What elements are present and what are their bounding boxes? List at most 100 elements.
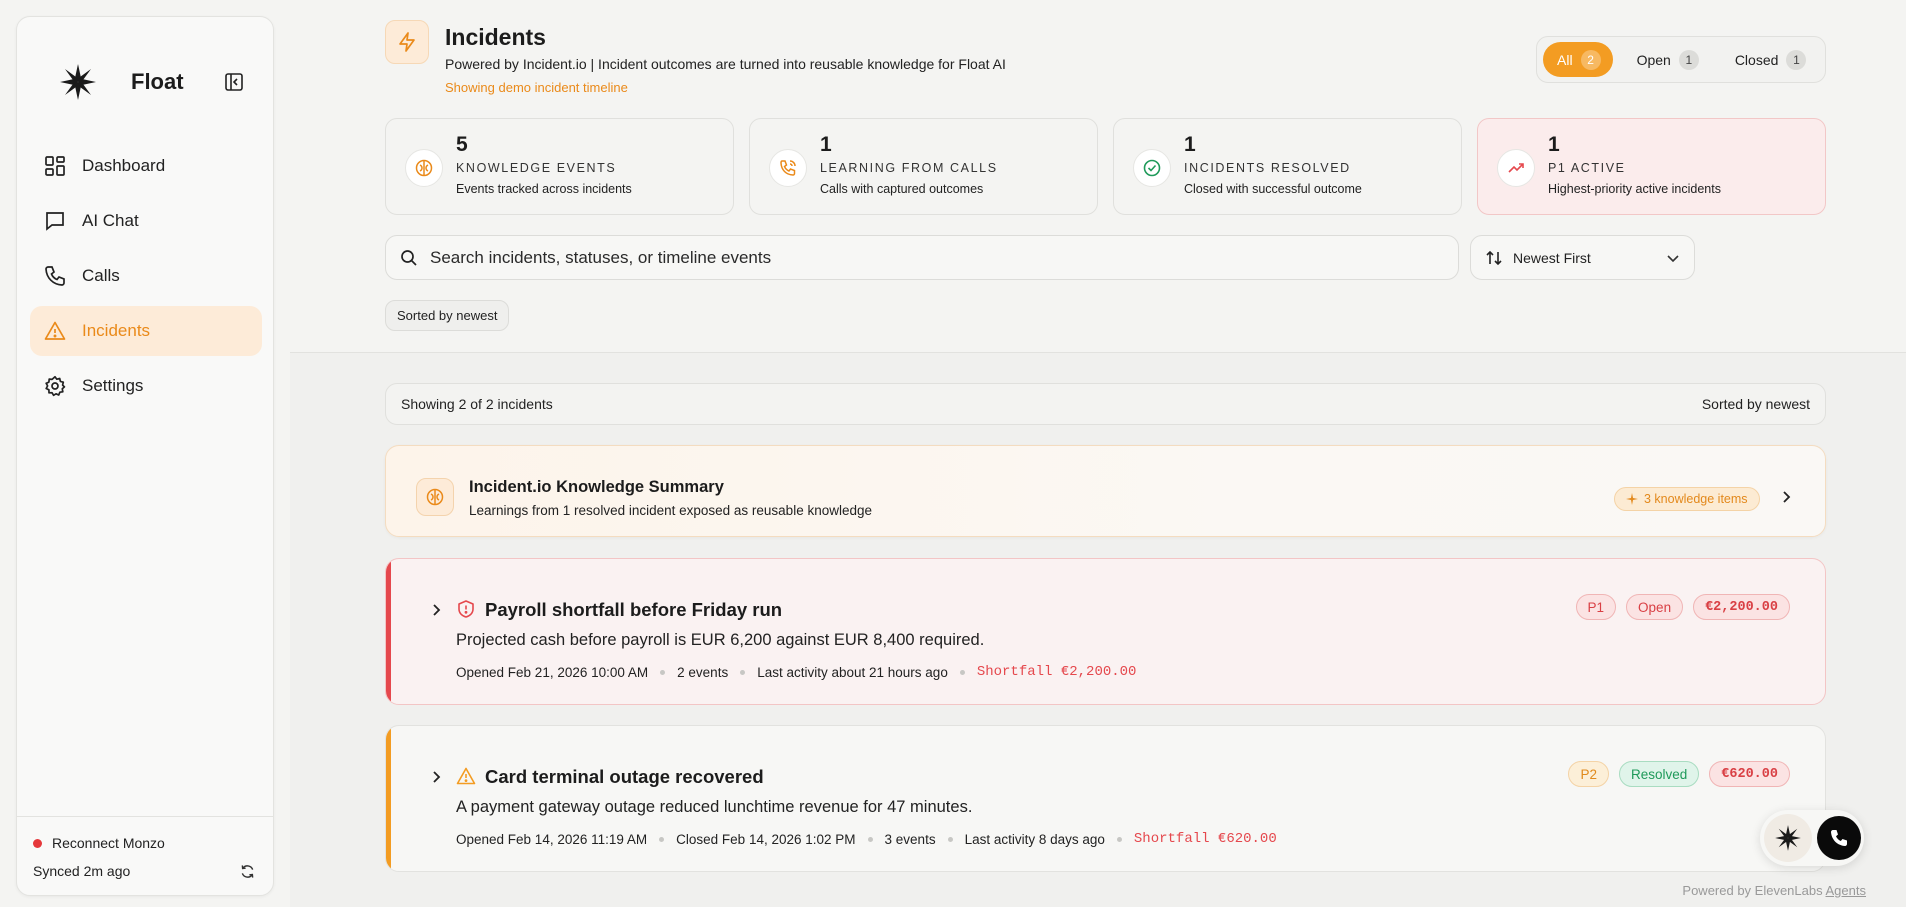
chevron-down-icon: [1667, 254, 1679, 262]
stat-desc: Highest-priority active incidents: [1548, 182, 1721, 196]
gear-icon: [45, 375, 66, 397]
stat-desc: Closed with successful outcome: [1184, 182, 1362, 196]
stat-card-p1-active: 1 P1 ACTIVE Highest-priority active inci…: [1477, 118, 1826, 215]
stat-label: KNOWLEDGE EVENTS: [456, 161, 617, 175]
incident-shortfall: Shortfall €620.00: [1133, 831, 1277, 847]
incident-shortfall: Shortfall €2,200.00: [976, 664, 1137, 680]
expand-chevron-icon[interactable]: [428, 769, 444, 785]
powered-by-text: Powered by ElevenLabs: [1682, 883, 1823, 898]
incident-meta: Opened Feb 14, 2026 11:19 AM Closed Feb …: [456, 831, 1277, 847]
chat-icon: [46, 212, 64, 231]
severity-badge: P1: [1575, 594, 1617, 620]
meta-separator: [660, 669, 666, 675]
stat-label: INCIDENTS RESOLVED: [1184, 161, 1351, 175]
sparkle-icon: [1626, 493, 1638, 505]
stat-card-knowledge-events: 5 KNOWLEDGE EVENTS Events tracked across…: [385, 118, 734, 215]
sidebar-item-settings[interactable]: Settings: [30, 361, 262, 411]
filter-label: Closed: [1734, 51, 1779, 68]
stat-value: 1: [1184, 133, 1196, 156]
filter-all-button[interactable]: All 2: [1543, 42, 1613, 77]
knowledge-icon-wrap: [416, 478, 454, 516]
incident-description: A payment gateway outage reduced lunchti…: [456, 798, 973, 816]
sorted-label: Sorted by newest: [1701, 396, 1810, 412]
trend-up-icon: [1508, 163, 1524, 173]
sidebar-item-label: Dashboard: [82, 156, 166, 175]
chevron-right-icon: [1783, 491, 1791, 503]
sync-status: Synced 2m ago: [33, 861, 257, 881]
filter-count: 2: [1580, 49, 1601, 70]
incident-card-card-terminal-outage[interactable]: Card terminal outage recovered A payment…: [385, 725, 1826, 872]
incident-last-activity: Last activity 8 days ago: [964, 831, 1105, 847]
sidebar: Float Dashboard AI Chat Calls Incidents …: [16, 16, 274, 896]
incident-badges: P2 Resolved €620.00: [1558, 761, 1790, 787]
sidebar-item-ai-chat[interactable]: AI Chat: [30, 196, 262, 246]
stat-label: P1 ACTIVE: [1548, 161, 1626, 175]
incident-last-activity: Last activity about 21 hours ago: [757, 664, 948, 680]
warning-icon: [44, 321, 66, 340]
showing-count: Showing 2 of 2 incidents: [401, 396, 553, 412]
brand[interactable]: Float: [57, 61, 184, 103]
sidebar-footer: Reconnect Monzo Synced 2m ago: [17, 816, 273, 881]
disconnected-status-dot: [33, 838, 42, 848]
search-box: [385, 235, 1459, 280]
page-title: Incidents: [445, 24, 546, 50]
sidebar-item-incidents[interactable]: Incidents: [30, 306, 262, 356]
page-subtitle: Powered by Incident.io | Incident outcom…: [445, 56, 1006, 72]
knowledge-summary-card[interactable]: Incident.io Knowledge Summary Learnings …: [385, 445, 1826, 537]
filter-count: 1: [1786, 49, 1807, 70]
stat-desc: Events tracked across incidents: [456, 182, 632, 196]
stat-card-incidents-resolved: 1 INCIDENTS RESOLVED Closed with success…: [1113, 118, 1462, 215]
sidebar-item-calls[interactable]: Calls: [30, 251, 262, 301]
meta-separator: [867, 836, 873, 842]
powered-by-footer: Powered by ElevenLabs Agents: [1682, 883, 1866, 898]
filter-closed-button[interactable]: Closed 1: [1721, 42, 1819, 77]
expand-chevron-icon[interactable]: [428, 602, 444, 618]
meta-separator: [740, 669, 746, 675]
refresh-button[interactable]: [237, 861, 257, 881]
agents-link[interactable]: Agents: [1826, 883, 1866, 898]
knowledge-summary-desc: Learnings from 1 resolved incident expos…: [469, 503, 872, 518]
meta-separator: [1116, 836, 1122, 842]
sidebar-nav: Dashboard AI Chat Calls Incidents Settin…: [30, 141, 262, 416]
results-count-bar: Showing 2 of 2 incidents Sorted by newes…: [385, 383, 1826, 425]
incident-description: Projected cash before payroll is EUR 6,2…: [456, 631, 985, 649]
stat-value: 1: [1548, 133, 1560, 156]
refresh-icon: [241, 864, 253, 878]
float-logo-icon: [1775, 825, 1801, 851]
incident-opened: Opened Feb 21, 2026 10:00 AM: [456, 664, 649, 680]
warning-icon: [456, 767, 476, 785]
filter-label: All: [1557, 51, 1573, 68]
reconnect-monzo-button[interactable]: Reconnect Monzo: [33, 835, 257, 851]
sidebar-item-label: Settings: [82, 376, 144, 395]
agent-avatar[interactable]: [1764, 814, 1812, 862]
incident-title: Card terminal outage recovered: [485, 766, 764, 787]
reconnect-label: Reconnect Monzo: [52, 835, 165, 851]
incident-badges: P1 Open €2,200.00: [1566, 594, 1790, 620]
voice-agent-widget: [1760, 810, 1864, 866]
sidebar-item-dashboard[interactable]: Dashboard: [30, 141, 262, 191]
demo-timeline-note: Showing demo incident timeline: [445, 80, 628, 95]
float-logo-icon: [60, 64, 96, 100]
sort-selected-label: Newest First: [1513, 249, 1591, 266]
sidebar-item-label: Calls: [82, 266, 120, 285]
meta-separator: [947, 836, 953, 842]
search-icon: [401, 249, 417, 266]
sidebar-item-label: Incidents: [82, 321, 151, 340]
start-call-button[interactable]: [1817, 816, 1861, 860]
severity-badge: P2: [1568, 761, 1609, 787]
stat-value: 5: [456, 133, 468, 156]
sort-select[interactable]: Newest First: [1470, 235, 1695, 280]
status-badge: Open: [1626, 594, 1684, 620]
incident-card-payroll-shortfall[interactable]: Payroll shortfall before Friday run Proj…: [385, 558, 1826, 705]
knowledge-items-badge: 3 knowledge items: [1614, 487, 1760, 511]
stat-icon-wrap: [1497, 149, 1535, 187]
filter-open-button[interactable]: Open 1: [1623, 42, 1711, 77]
sort-arrows-icon: [1486, 250, 1502, 265]
search-input[interactable]: [430, 247, 1430, 268]
sidebar-collapse-icon: [225, 73, 243, 91]
stat-card-learning-from-calls: 1 LEARNING FROM CALLS Calls with capture…: [749, 118, 1098, 215]
stat-value: 1: [820, 133, 832, 156]
filter-label: Open: [1636, 51, 1671, 68]
collapse-sidebar-button[interactable]: [222, 70, 246, 94]
amount-badge: €2,200.00: [1693, 594, 1790, 620]
